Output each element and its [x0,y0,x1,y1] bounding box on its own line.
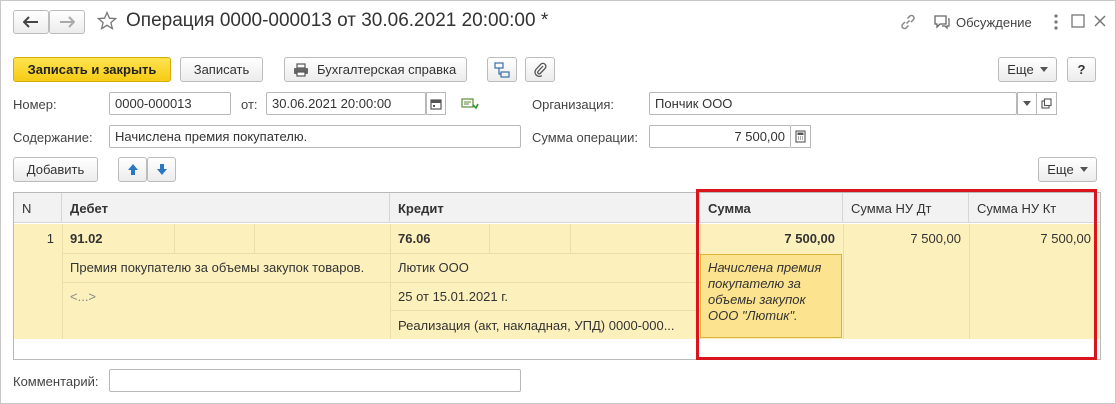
operation-amount-label: Сумма операции: [532,130,638,145]
help-button[interactable]: ? [1067,57,1096,82]
save-and-close-button[interactable]: Записать и закрыть [13,57,171,82]
save-button[interactable]: Записать [180,57,263,82]
column-header-n[interactable]: N [14,193,62,223]
calculator-icon [795,130,806,143]
arrow-right-icon [60,16,75,28]
row-divider [390,310,700,311]
accounting-reference-button[interactable]: Бухгалтерская справка [284,57,467,82]
arrow-up-icon [127,164,138,175]
highlight-frame [696,189,1097,360]
dropdown-arrow-icon [1023,101,1031,106]
document-window: Операция 0000-000013 от 30.06.2021 20:00… [0,0,1116,404]
organization-field[interactable]: Пончик ООО [649,92,1017,115]
number-label: Номер: [13,97,57,112]
organization-dropdown-button[interactable] [1017,92,1037,115]
link-icon[interactable] [899,13,917,34]
column-divider [489,224,490,253]
organization-label: Организация: [532,97,615,112]
credit-account[interactable]: 76.06 [398,231,431,246]
row-number: 1 [46,231,54,246]
column-divider [254,224,255,253]
add-row-button[interactable]: Добавить [13,157,98,182]
more-vertical-icon[interactable] [1053,13,1059,34]
operation-amount-field[interactable]: 7 500,00 [649,125,791,148]
comment-label: Комментарий: [13,374,99,389]
credit-subconto-1[interactable]: Лютик ООО [398,260,469,275]
document-structure-icon [494,61,510,78]
open-form-icon [1041,98,1052,109]
close-icon[interactable] [1093,14,1107,31]
window-title: Операция 0000-000013 от 30.06.2021 20:00… [126,10,549,31]
forward-button[interactable] [49,10,85,34]
row-divider [62,282,700,283]
arrow-down-icon [156,164,167,175]
column-divider [390,224,391,339]
discussion-label: Обсуждение [956,14,1032,30]
date-field[interactable]: 30.06.2021 20:00:00 [266,92,426,115]
column-divider [174,224,175,253]
column-header-credit[interactable]: Кредит [390,193,700,223]
move-down-button[interactable] [147,157,176,182]
discussion-button[interactable]: Обсуждение [933,14,1032,30]
printer-icon [294,62,308,77]
accounting-reference-label: Бухгалтерская справка [317,62,457,77]
content-field[interactable]: Начислена премия покупателю. [109,125,521,148]
comment-field[interactable] [109,369,521,392]
recalculate-icon[interactable] [461,97,479,114]
favorite-star-icon[interactable] [96,10,118,34]
debit-subconto-2[interactable]: <...> [70,289,96,304]
column-header-debit[interactable]: Дебет [62,193,390,223]
credit-subconto-2[interactable]: 25 от 15.01.2021 г. [398,289,508,304]
credit-subconto-3[interactable]: Реализация (акт, накладная, УПД) 0000-00… [398,318,696,333]
calculator-button[interactable] [791,125,811,148]
table-more-label: Еще [1047,162,1074,177]
column-divider [570,224,571,253]
attach-button[interactable] [525,57,555,82]
column-divider [62,224,63,339]
arrow-left-icon [23,16,38,28]
content-label: Содержание: [13,130,93,145]
table-more-button[interactable]: Еще [1038,157,1097,182]
date-label: от: [241,97,258,112]
dropdown-arrow-icon [1079,167,1088,172]
debit-account[interactable]: 91.02 [70,231,103,246]
row-divider [62,253,700,254]
more-button[interactable]: Еще [998,57,1057,82]
maximize-icon[interactable] [1071,14,1085,31]
chat-icon [934,15,950,30]
dropdown-arrow-icon [1039,67,1048,72]
calendar-button[interactable] [426,92,446,115]
move-up-button[interactable] [118,157,147,182]
structure-button[interactable] [487,57,517,82]
back-button[interactable] [13,10,49,34]
paperclip-icon [534,62,547,77]
calendar-icon [430,98,442,110]
more-label: Еще [1007,62,1034,77]
debit-subconto-1[interactable]: Премия покупателю за объемы закупок това… [70,260,386,275]
number-field[interactable]: 0000-000013 [109,92,231,115]
organization-open-button[interactable] [1037,92,1057,115]
